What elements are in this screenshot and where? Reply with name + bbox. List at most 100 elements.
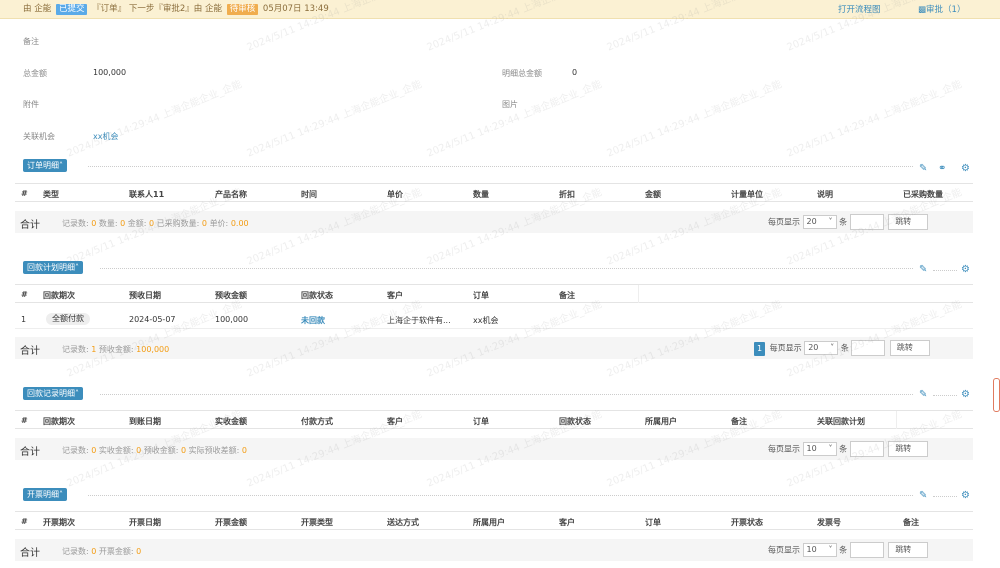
chevron-up-icon: ˄ [59, 161, 63, 170]
chevron-down-icon: ˅ [828, 444, 833, 453]
col-received-amount: 实收金额 [215, 417, 247, 426]
chevron-up-icon: ˄ [75, 389, 79, 398]
jump-button[interactable]: 跳转 [889, 340, 930, 356]
page-size-value: 20 [808, 343, 819, 352]
col-period: 回款期次 [43, 417, 75, 426]
section-divider [88, 495, 913, 496]
col-unit-price: 单价 [387, 190, 403, 199]
customer-link[interactable]: 上海企于软件有... [387, 315, 451, 326]
summary-value: 0 [201, 219, 208, 228]
detail-total-value: 0 [572, 68, 578, 77]
summary-text: 已采购数量: [156, 219, 200, 228]
section-divider [88, 166, 913, 167]
approve-button[interactable]: ▩审批（1） [918, 3, 965, 15]
chevron-down-icon: ˅ [828, 545, 833, 554]
watermark: 2024/5/11 14:29:44 上海企能企业_企能 [425, 79, 604, 160]
col-purchased-qty: 已采购数量 [903, 190, 943, 199]
pencil-icon[interactable]: ✎ [919, 390, 927, 400]
row-index: 1 [21, 315, 27, 324]
page-size-select[interactable]: 10 ˅ [802, 442, 837, 456]
pencil-icon[interactable]: ✎ [919, 265, 927, 275]
pencil-icon[interactable]: ✎ [919, 164, 927, 174]
opportunity-label: 关联机会 [23, 132, 55, 141]
summary-info: 记录数: 0 数量: 0 金额: 0 已采购数量: 0 单价: 0.00 [62, 218, 249, 229]
summary-value: 0 [181, 446, 187, 455]
payment-record-toggle[interactable]: 回款记录明细˄ [23, 387, 83, 400]
order-detail-toggle[interactable]: 订单明细˄ [23, 159, 67, 172]
section-divider [933, 395, 957, 396]
section-divider [933, 496, 957, 497]
current-page[interactable]: 1 [754, 341, 766, 356]
workflow-status-text: 由 企能 已提交 『订单』 下一步『审批2』由 企能 待审核 05月07日 13… [23, 3, 329, 15]
col-order: 订单 [473, 291, 489, 300]
col-index: # [21, 189, 28, 198]
per-page-unit: 条 [839, 217, 848, 227]
jump-button[interactable]: 跳转 [888, 441, 929, 457]
open-flowchart-link[interactable]: 打开流程图 [838, 3, 881, 15]
summary-text: 开票金额: [98, 547, 134, 556]
col-description: 说明 [817, 190, 833, 199]
page-size-select[interactable]: 20 ˅ [802, 215, 837, 229]
pending-badge: 待审核 [226, 4, 259, 15]
period-pill: 全额付款 [46, 313, 90, 325]
col-discount: 折扣 [559, 190, 575, 199]
gear-icon[interactable]: ⚙ [961, 265, 970, 275]
col-invoice-number: 发票号 [817, 518, 841, 527]
page-size-value: 20 [806, 217, 817, 226]
total-amount-label: 总金额 [23, 69, 47, 78]
summary-value: 0.00 [230, 219, 249, 228]
page-size-select[interactable]: 20 ˅ [804, 341, 839, 355]
expected-date: 2024-05-07 [129, 315, 176, 324]
summary-text: 单价: [209, 219, 229, 228]
col-amount: 金额 [645, 190, 661, 199]
scrollbar-thumb[interactable] [993, 378, 1000, 412]
per-page-unit: 条 [840, 343, 849, 353]
jump-button[interactable]: 跳转 [888, 214, 929, 230]
table-row[interactable]: 1 全额付款 2024-05-07 100,000 未回款 上海企于软件有...… [15, 310, 973, 329]
payment-plan-toggle[interactable]: 回款计划明细˄ [23, 261, 83, 274]
submitted-badge: 已提交 [55, 4, 88, 15]
col-remark: 备注 [731, 417, 747, 426]
order-link[interactable]: xx机会 [473, 315, 498, 326]
column-separator [896, 411, 897, 429]
hierarchy-icon: ▩ [918, 5, 927, 15]
payment-status: 未回款 [301, 316, 325, 325]
gear-icon[interactable]: ⚙ [961, 164, 970, 174]
page-jump-input[interactable] [849, 542, 884, 558]
page-size-select[interactable]: 10 ˅ [802, 543, 837, 557]
opportunity-link[interactable]: xx机会 [93, 131, 118, 142]
col-owner: 所属用户 [645, 417, 677, 426]
pencil-icon[interactable]: ✎ [919, 491, 927, 501]
page-jump-input[interactable] [851, 340, 886, 356]
summary-value: 0 [91, 219, 97, 228]
toggle-icon[interactable]: ⚭ [938, 164, 946, 174]
summary-text: 实际预收差额: [188, 446, 240, 455]
col-index: # [21, 416, 28, 425]
workflow-status-bar: 由 企能 已提交 『订单』 下一步『审批2』由 企能 待审核 05月07日 13… [0, 0, 1000, 19]
col-contact: 联系人11 [129, 190, 165, 199]
page-size-value: 10 [806, 444, 817, 453]
total-amount-value: 100,000 [93, 68, 127, 77]
jump-button[interactable]: 跳转 [888, 542, 929, 558]
summary-value: 0 [149, 219, 155, 228]
per-page-unit: 条 [839, 545, 848, 555]
invoice-detail-toggle[interactable]: 开票明细˄ [23, 488, 67, 501]
per-page-unit: 条 [839, 444, 848, 454]
section-divider [100, 268, 913, 269]
page-jump-input[interactable] [849, 214, 884, 230]
watermark: 2024/5/11 14:29:44 上海企能企业_企能 [65, 79, 244, 160]
col-expected-amount: 预收金额 [215, 291, 247, 300]
table-header: # 类型 联系人11 产品名称 时间 单价 数量 折扣 金额 计量单位 说明 已… [15, 183, 973, 202]
col-unit: 计量单位 [731, 190, 763, 199]
summary-text: 记录数: [62, 547, 89, 556]
table-summary: 合计 记录数: 0 实收金额: 0 预收金额: 0 实际预收差额: 0 每页显示… [15, 438, 973, 460]
column-separator [638, 285, 639, 303]
page-jump-input[interactable] [849, 441, 884, 457]
col-period: 回款期次 [43, 291, 75, 300]
gear-icon[interactable]: ⚙ [961, 491, 970, 501]
chevron-down-icon: ˅ [830, 343, 835, 352]
gear-icon[interactable]: ⚙ [961, 390, 970, 400]
col-payment-status: 回款状态 [301, 291, 333, 300]
summary-text: 数量: [98, 219, 118, 228]
per-page-label: 每页显示 [768, 444, 800, 454]
